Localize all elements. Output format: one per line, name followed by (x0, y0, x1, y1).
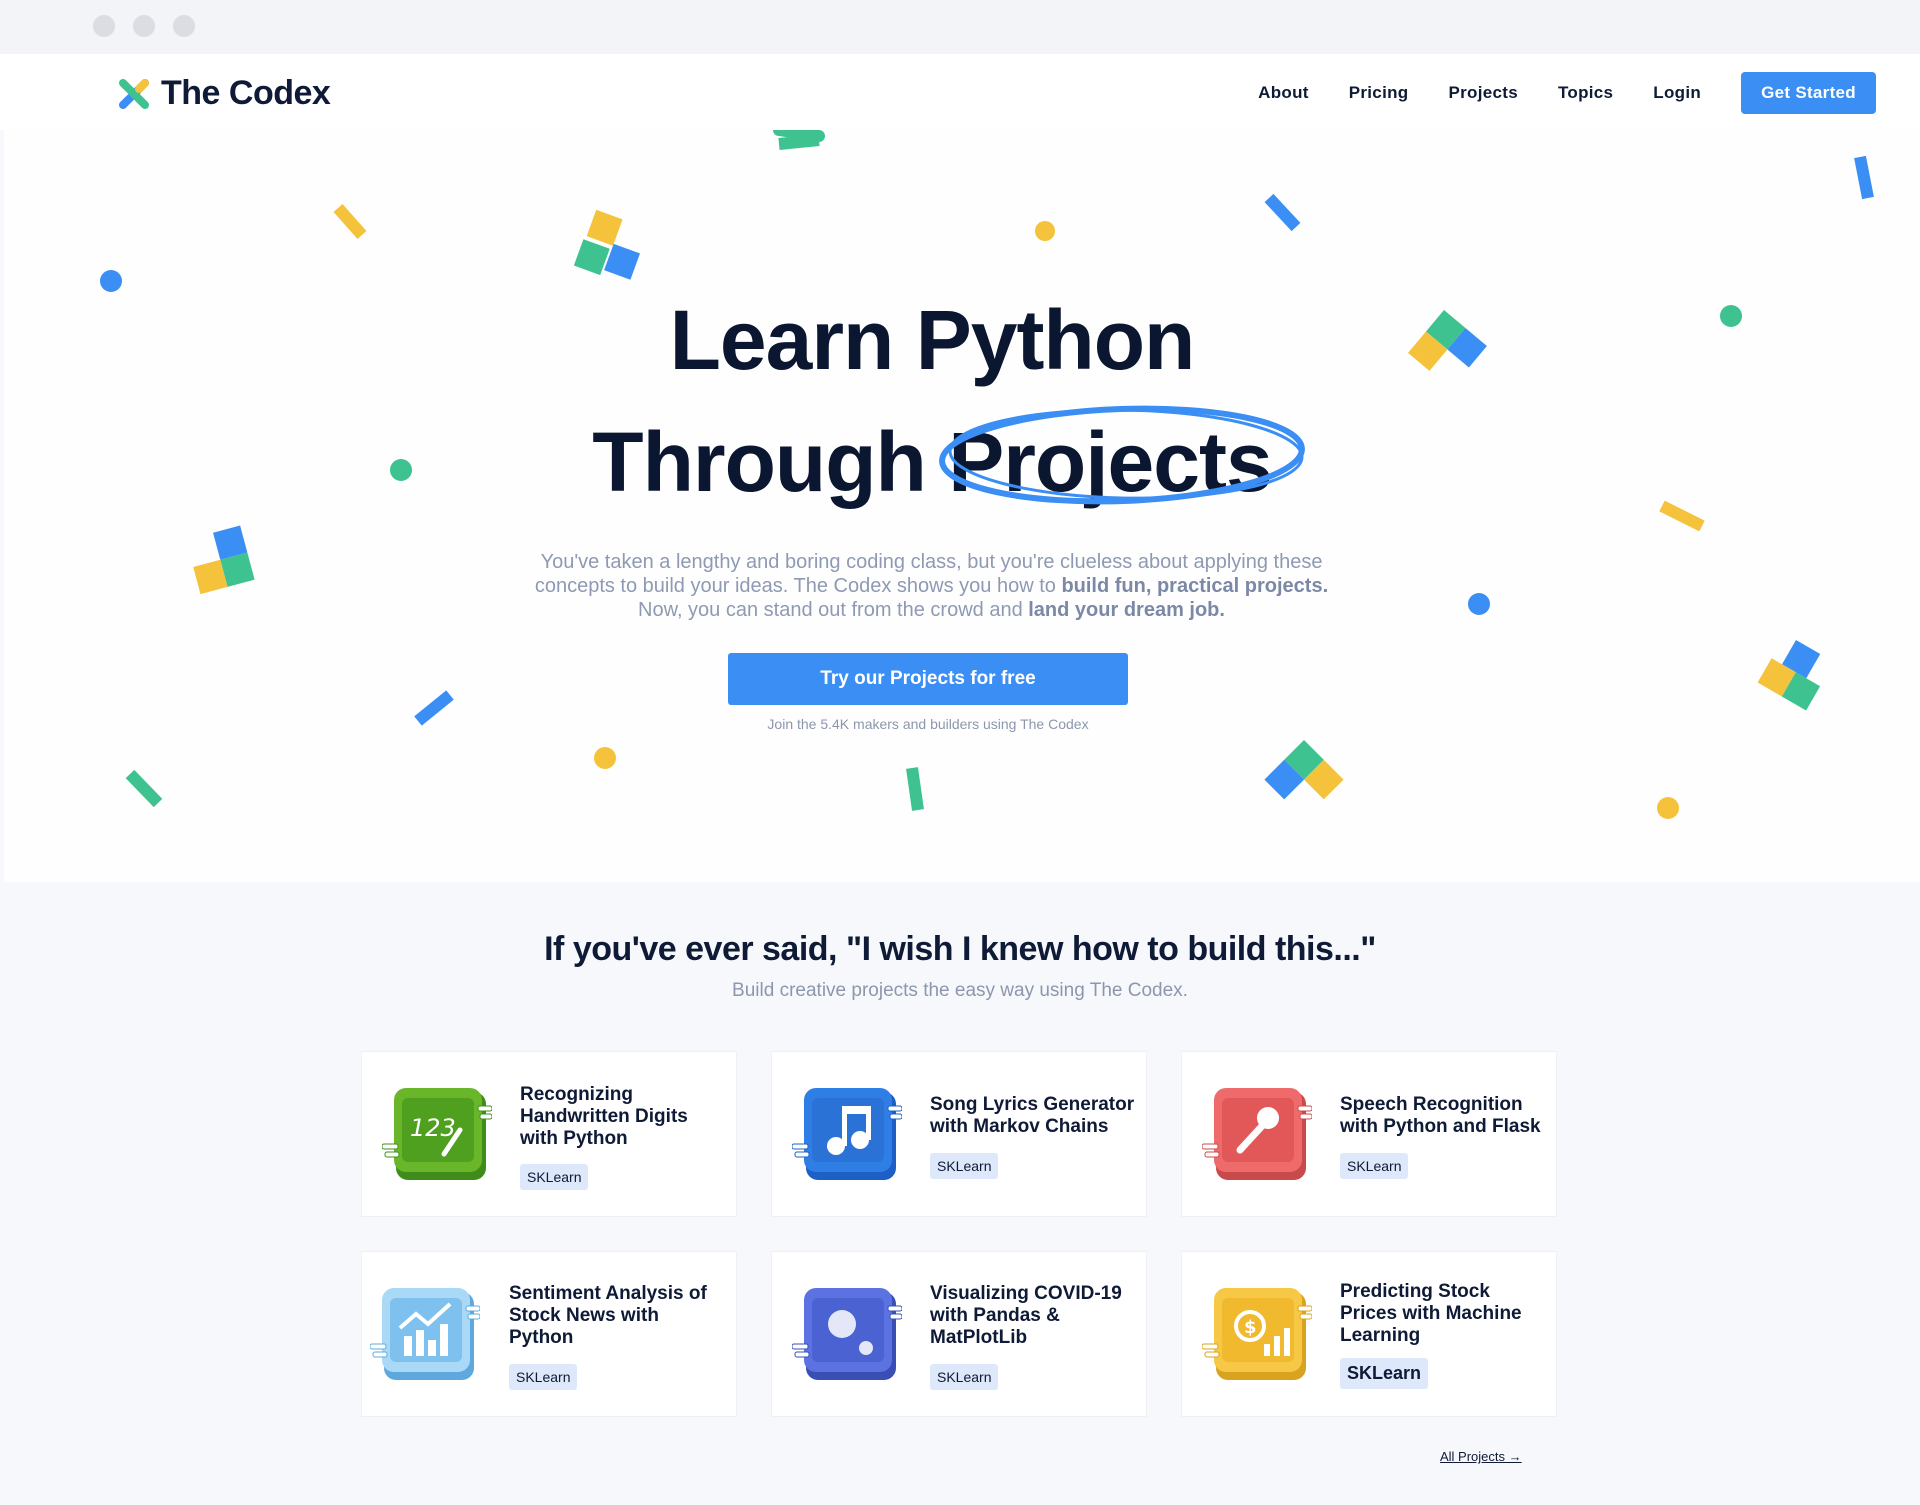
project-card[interactable]: Visualizing COVID-19 with Pandas & MatPl… (771, 1251, 1147, 1417)
hero-title-through: Through (592, 415, 949, 509)
hero-title-line-1: Learn Python (669, 293, 1196, 387)
nav-login[interactable]: Login (1653, 83, 1701, 103)
nav-topics[interactable]: Topics (1558, 83, 1613, 103)
window-close-dot[interactable] (93, 15, 115, 37)
hero-subtitle-text-2: Now, you can stand out from the crowd an… (638, 599, 1029, 621)
hero-section: Learn Python Through Projects You've tak… (4, 130, 1920, 882)
project-card-badge: SKLearn (1340, 1358, 1429, 1389)
hero-subtitle-bold-1: build fun, practical projects. (1061, 575, 1329, 597)
project-card-badge: SKLearn (1340, 1153, 1409, 1179)
brand-logo[interactable]: The Codex (115, 74, 331, 113)
project-card[interactable]: Sentiment Analysis of Stock News with Py… (361, 1251, 737, 1417)
project-card-badge: SKLearn (930, 1153, 999, 1179)
projects-heading: If you've ever said, "I wish I knew how … (544, 930, 1376, 968)
codex-logo-icon (119, 78, 149, 109)
nav-pricing[interactable]: Pricing (1349, 83, 1409, 103)
project-card-title: Recognizing Handwritten Digits with Pyth… (520, 1084, 688, 1149)
project-card[interactable]: 123 Recognizing Handwritten Digits with … (361, 1051, 737, 1217)
window-maximize-dot[interactable] (173, 15, 195, 37)
project-card-badge: SKLearn (509, 1364, 578, 1390)
stock-chart-icon (370, 1288, 480, 1380)
project-card-title: Sentiment Analysis of Stock News with Py… (509, 1283, 707, 1348)
project-card[interactable]: Speech Recognition with Python and Flask… (1181, 1051, 1557, 1217)
handwritten-digits-icon: 123 (382, 1088, 492, 1180)
hero-subtitle-bold-2: land your dream job. (1028, 599, 1225, 621)
svg-text:$: $ (1244, 1317, 1257, 1338)
get-started-button[interactable]: Get Started (1741, 72, 1876, 114)
main-nav: About Pricing Projects Topics Login Get … (1218, 72, 1876, 114)
all-projects-link[interactable]: All Projects → (1440, 1449, 1522, 1464)
project-card[interactable]: $ Predicting Stock Prices with Machine L… (1181, 1251, 1557, 1417)
projects-subheading: Build creative projects the easy way usi… (732, 980, 1188, 1001)
project-card-badge: SKLearn (520, 1164, 589, 1190)
microphone-icon (1202, 1088, 1312, 1180)
dollar-growth-icon: $ (1202, 1288, 1312, 1380)
try-projects-button[interactable]: Try our Projects for free (728, 653, 1128, 705)
music-note-icon (792, 1088, 902, 1180)
project-card-title: Song Lyrics Generator with Markov Chains (930, 1094, 1135, 1137)
site-header: The Codex About Pricing Projects Topics … (0, 54, 1920, 130)
svg-text:123: 123 (410, 1114, 456, 1142)
nav-about[interactable]: About (1258, 83, 1309, 103)
project-card-title: Speech Recognition with Python and Flask (1340, 1094, 1541, 1137)
browser-chrome (0, 0, 1920, 54)
project-card-title: Predicting Stock Prices with Machine Lea… (1340, 1281, 1522, 1346)
project-card-title: Visualizing COVID-19 with Pandas & MatPl… (930, 1283, 1122, 1348)
hero-social-proof: Join the 5.4K makers and builders using … (767, 716, 1089, 732)
brand-name: The Codex (161, 74, 331, 112)
hand-drawn-circle-decoration (939, 405, 1305, 505)
hero-title-line-2: Through Projects (4, 414, 1860, 511)
project-card-badge: SKLearn (930, 1364, 999, 1390)
virus-icon (792, 1288, 902, 1380)
window-minimize-dot[interactable] (133, 15, 155, 37)
project-card[interactable]: Song Lyrics Generator with Markov Chains… (771, 1051, 1147, 1217)
nav-projects[interactable]: Projects (1448, 83, 1518, 103)
hero-subtitle: You've taken a lengthy and boring coding… (524, 550, 1339, 622)
